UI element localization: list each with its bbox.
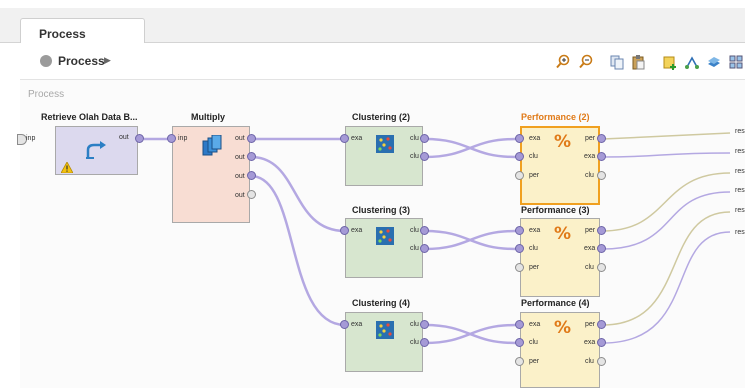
process-input-port-label: inp: [26, 135, 36, 142]
clustering-4-clu-port[interactable]: [420, 338, 429, 347]
clustering-icon: [376, 321, 394, 339]
warning-icon: [61, 162, 73, 173]
performance-exa-out-label: exa: [584, 245, 596, 252]
performance-3-per-port[interactable]: [515, 263, 524, 272]
clustering-2-clu-port[interactable]: [420, 152, 429, 161]
clustering-4-operator[interactable]: exa clu clu: [345, 312, 423, 372]
clustering-exa-label: exa: [351, 135, 363, 142]
performance-3-operator[interactable]: exa clu per per exa clu %: [520, 218, 600, 297]
clustering-3-title: Clustering (3): [352, 205, 411, 215]
performance-clu-label: clu: [529, 245, 538, 252]
performance-clu-out-label: clu: [585, 172, 594, 179]
retrieve-out-port[interactable]: [135, 134, 144, 143]
retrieve-out-label: out: [119, 134, 129, 141]
clustering-2-clu-port[interactable]: [420, 134, 429, 143]
multiply-operator-title: Multiply: [191, 112, 225, 122]
performance-2-clu-port[interactable]: [515, 152, 524, 161]
clustering-2-exa-port[interactable]: [340, 134, 349, 143]
performance-exa-label: exa: [529, 227, 541, 234]
performance-3-exa-port[interactable]: [515, 226, 524, 235]
performance-3-clu-out-port[interactable]: [597, 263, 606, 272]
multiply-out-label: out: [235, 154, 245, 161]
percent-icon: %: [554, 132, 572, 152]
clustering-4-exa-port[interactable]: [340, 320, 349, 329]
performance-3-clu-port[interactable]: [515, 244, 524, 253]
performance-4-clu-out-port[interactable]: [597, 357, 606, 366]
clustering-3-clu-port[interactable]: [420, 244, 429, 253]
performance-2-exa-port[interactable]: [515, 134, 524, 143]
performance-exa-label: exa: [529, 321, 541, 328]
clustering-4-clu-port[interactable]: [420, 320, 429, 329]
performance-clu-out-label: clu: [585, 264, 594, 271]
multiply-inp-port[interactable]: [167, 134, 176, 143]
performance-2-clu-out-port[interactable]: [597, 171, 606, 180]
clustering-4-title: Clustering (4): [352, 298, 411, 308]
percent-icon: %: [554, 318, 572, 338]
performance-clu-out-label: clu: [585, 358, 594, 365]
clustering-clu-label: clu: [410, 227, 419, 234]
performance-3-exa-out-port[interactable]: [597, 244, 606, 253]
performance-per-label: per: [529, 264, 540, 271]
performance-per-out-label: per: [585, 135, 596, 142]
clustering-3-exa-port[interactable]: [340, 226, 349, 235]
percent-icon: %: [554, 224, 572, 244]
multiply-out-label: out: [235, 135, 245, 142]
performance-3-per-out-port[interactable]: [597, 226, 606, 235]
retrieve-operator-title: Retrieve Olah Data B...: [41, 112, 138, 122]
performance-per-label: per: [529, 172, 540, 179]
multiply-out-port[interactable]: [247, 134, 256, 143]
performance-3-title: Performance (3): [521, 205, 590, 215]
clustering-exa-label: exa: [351, 321, 363, 328]
performance-per-out-label: per: [585, 227, 596, 234]
clustering-3-operator[interactable]: exa clu clu: [345, 218, 423, 278]
performance-4-operator[interactable]: exa clu per per exa clu %: [520, 312, 600, 388]
clustering-clu-label: clu: [410, 153, 419, 160]
result-port-label: res: [735, 187, 745, 194]
performance-2-per-port[interactable]: [515, 171, 524, 180]
performance-exa-out-label: exa: [584, 339, 596, 346]
result-port-label: res: [735, 168, 745, 175]
performance-clu-label: clu: [529, 153, 538, 160]
performance-2-per-out-port[interactable]: [597, 134, 606, 143]
multiply-out-port[interactable]: [247, 152, 256, 161]
result-port-label: res: [735, 148, 745, 155]
performance-4-clu-port[interactable]: [515, 338, 524, 347]
performance-4-per-out-port[interactable]: [597, 320, 606, 329]
clustering-clu-label: clu: [410, 135, 419, 142]
performance-4-title: Performance (4): [521, 298, 590, 308]
clustering-3-clu-port[interactable]: [420, 226, 429, 235]
multiply-out-label: out: [235, 173, 245, 180]
clustering-clu-label: clu: [410, 321, 419, 328]
clustering-exa-label: exa: [351, 227, 363, 234]
clustering-2-operator[interactable]: exa clu clu: [345, 126, 423, 186]
performance-2-title: Performance (2): [521, 112, 590, 122]
performance-4-exa-port[interactable]: [515, 320, 524, 329]
performance-exa-label: exa: [529, 135, 541, 142]
multiply-icon: [202, 135, 222, 156]
multiply-inp-label: inp: [178, 135, 188, 142]
multiply-out-label: out: [235, 192, 245, 199]
result-port-label: res: [735, 229, 745, 236]
retrieve-operator[interactable]: out: [55, 126, 138, 175]
clustering-clu-label: clu: [410, 339, 419, 346]
multiply-out-port[interactable]: [247, 171, 256, 180]
clustering-icon: [376, 135, 394, 153]
performance-per-label: per: [529, 358, 540, 365]
performance-exa-out-label: exa: [584, 153, 596, 160]
result-port-label: res: [735, 128, 745, 135]
performance-4-exa-out-port[interactable]: [597, 338, 606, 347]
result-port-label: res: [735, 207, 745, 214]
retrieve-icon: [86, 141, 106, 159]
performance-2-exa-out-port[interactable]: [597, 152, 606, 161]
performance-per-out-label: per: [585, 321, 596, 328]
multiply-operator[interactable]: inp out out out out: [172, 126, 250, 223]
clustering-2-title: Clustering (2): [352, 112, 411, 122]
clustering-clu-label: clu: [410, 245, 419, 252]
clustering-icon: [376, 227, 394, 245]
performance-4-per-port[interactable]: [515, 357, 524, 366]
performance-2-operator[interactable]: exa clu per per exa clu %: [520, 126, 600, 205]
multiply-out-port-empty[interactable]: [247, 190, 256, 199]
performance-clu-label: clu: [529, 339, 538, 346]
